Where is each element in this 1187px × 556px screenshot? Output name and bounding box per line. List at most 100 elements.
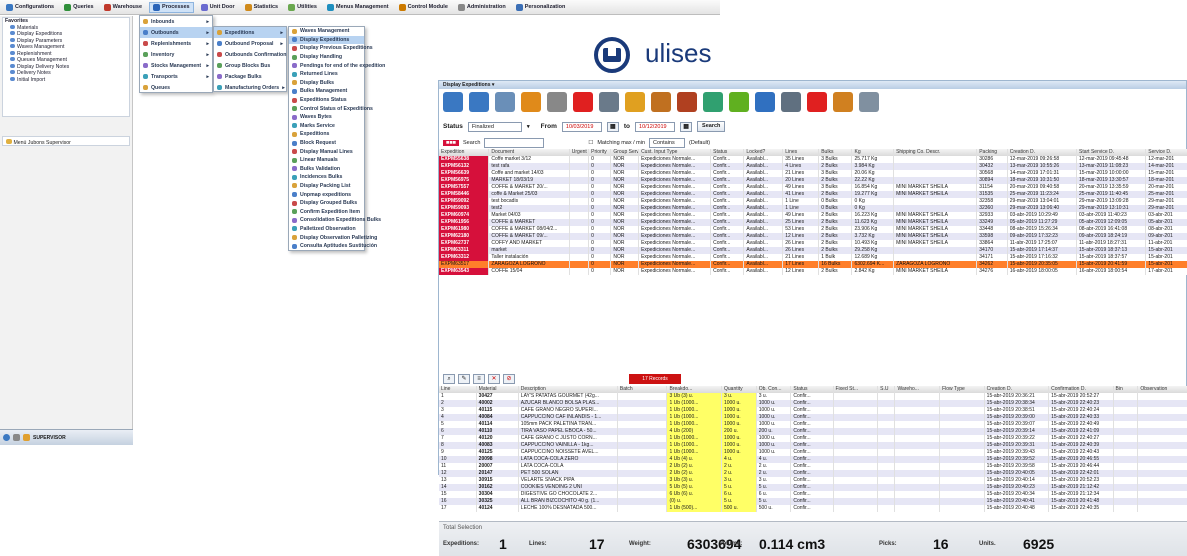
users-icon[interactable] [13,434,20,441]
table-row[interactable]: EXPM56975 MARKET 18/03/19 0 NOR Expediciones… [439,177,1187,184]
key-icon[interactable] [625,92,645,112]
column-header[interactable]: Shipping Co. Descr. [893,149,978,156]
column-header[interactable]: Bin [1113,386,1139,393]
column-header[interactable]: Document [488,149,570,156]
start-icon[interactable] [3,434,10,441]
menu-item-confirm-expedition-item[interactable]: Confirm Expedition Item [289,207,364,216]
menu-item-outbounds-confirmation[interactable]: Outbounds Confirmation [214,49,286,60]
table-row[interactable]: 4 40084 CAPPUCCINO CAF INLANDIS - 1... 1 Ub… [439,414,1187,421]
menu-item-expeditions[interactable]: Expeditions [289,130,364,139]
table-row[interactable]: EXPM57557 COFFE & MARKET 20/... 0 NOR Expedi… [439,184,1187,191]
menu-item-waves-management[interactable]: Waves Management [289,27,364,36]
menu-item-queues[interactable]: Queues [140,82,212,93]
status-select[interactable]: Finalized [467,121,522,132]
column-header[interactable]: Quantity [721,386,757,393]
table-row[interactable]: EXPM63517 ZARAGOZA LOGROÑO 0 NOR Expedicione… [439,261,1187,268]
menu-statistics[interactable]: Statistics [242,3,281,12]
menu-item-inventory[interactable]: Inventory ▸ [140,49,212,60]
chat-icon[interactable] [703,92,723,112]
folder-icon[interactable] [755,92,775,112]
print-icon[interactable] [599,92,619,112]
menu-item-block-request[interactable]: Block Request [289,139,364,148]
matching-checkbox[interactable]: ☐ [588,140,593,146]
column-header[interactable]: Confirmation D. [1048,386,1114,393]
search-button[interactable]: Search [697,121,726,132]
menu-utilities[interactable]: Utilities [285,3,320,12]
menu-processes[interactable]: Processes [149,1,194,13]
table-row[interactable]: EXPM62180 COFFE & MARKET 09/... 0 NOR Expedi… [439,233,1187,240]
menu-item-expeditions[interactable]: Expeditions ▸ [214,27,286,38]
menu-item-linear-manuals[interactable]: Linear Manuals [289,156,364,165]
menu-item-returned-lines[interactable]: Returned Lines [289,70,364,79]
column-header[interactable]: Bulks [818,149,853,156]
menu-item-bulks-management[interactable]: Bulks Management [289,87,364,96]
column-header[interactable]: Priority [588,149,612,156]
menu-item-incidences-bulks[interactable]: Incidences Bulks [289,173,364,182]
column-header[interactable]: S.U [877,386,896,393]
table-row[interactable]: EXPM59092 test bocadis 0 NOR Expediciones No… [439,198,1187,205]
table-row[interactable]: EXPM62737 COFFY AND MARKET 0 NOR Expedicione… [439,240,1187,247]
menu-item-palletized-observation[interactable]: Palletized Observation [289,225,364,234]
menu-item-display-manual-lines[interactable]: Display Manual Lines [289,147,364,156]
table-row[interactable]: EXPM56639 Coffe and market 14/03 0 NOR Exped… [439,170,1187,177]
settings-icon[interactable] [781,92,801,112]
contains-select[interactable]: Contains [649,138,686,148]
edit-icon[interactable]: ✎ [458,374,470,384]
box-icon[interactable] [833,92,853,112]
column-header[interactable]: Lines [782,149,820,156]
menu-item-outbound-proposal[interactable]: Outbound Proposal ▸ [214,38,286,49]
search-input[interactable] [484,138,545,148]
column-header[interactable]: Packing [976,149,1008,156]
table-row[interactable]: EXPM61956 COFFE & MARKET 0 NOR Expediciones … [439,219,1187,226]
from-date-input[interactable]: 10/03/2019 [561,121,602,132]
table-row[interactable]: EXPM60974 Market 04/03 0 NOR Expediciones No… [439,212,1187,219]
column-header[interactable]: Material [476,386,519,393]
user-icon[interactable] [23,434,30,441]
table-row[interactable]: 5 40114 105mm PACK PALETINA TRAN... 1 Ub (1… [439,421,1187,428]
table-row[interactable]: 13 30915 VELARTE SNACK PIPA 3 Ub (3) u. 3 u.… [439,477,1187,484]
trash-icon[interactable] [547,92,567,112]
column-header[interactable]: Wareho... [894,386,941,393]
menu-item-control-status-of-expeditions[interactable]: Control Status of Expeditions [289,104,373,113]
menu-item-waves-bytes[interactable]: Waves Bytes [289,113,364,122]
column-header[interactable]: Cust. Input Type [638,149,712,156]
table-row[interactable]: EXPM59093 test2 0 NOR Expediciones Normale..… [439,205,1187,212]
column-header[interactable]: Status [710,149,745,156]
menu-item-group-blocks-bus[interactable]: Group Blocks Bus [214,60,286,71]
menu-item-display-packing-list[interactable]: Display Packing List [289,182,364,191]
refresh-icon[interactable] [443,92,463,112]
close-icon[interactable]: ✕ [488,374,500,384]
menu-warehouse[interactable]: Warehouse [101,3,145,12]
search-icon[interactable]: ⌕ [443,374,455,384]
menu-item-transports[interactable]: Transports ▸ [140,71,212,82]
table-row[interactable]: EXPM56132 test rafa 0 NOR Expediciones Norma… [439,163,1187,170]
column-header[interactable]: Observation [1137,386,1187,393]
to-calendar-icon[interactable]: ▦ [680,121,693,132]
table-row[interactable]: EXPM63312 Taller instalación 0 NOR Expedicio… [439,254,1187,261]
table-row[interactable]: 16 30325 ALL BRAN BIZCOCHITO 40 g. (1... (0… [439,498,1187,505]
menu-item-outbounds[interactable]: Outbounds ▸ [140,27,212,38]
column-header[interactable]: Group Service [610,149,640,156]
column-header[interactable]: Creation D. [1007,149,1078,156]
menu-personalization[interactable]: Personalization [513,3,569,12]
column-header[interactable]: Fixed St... [833,386,879,393]
list-icon[interactable]: ≡ [473,374,485,384]
menu-control-module[interactable]: Control Module [396,3,451,12]
table-row[interactable]: 8 40083 CAPPUCCINO VAINILLA - 1kg... 1 Ub (… [439,442,1187,449]
table-row[interactable]: 9 40125 CAPPUCCINO NOISSETE AVEL... 1 Ub (1… [439,449,1187,456]
menu-item-display-grouped-bulks[interactable]: Display Grouped Bulks [289,199,364,208]
menu-item-manufacturing-orders[interactable]: Manufacturing Orders ▸ [214,82,286,93]
close-icon[interactable] [807,92,827,112]
menu-item-display-observation-palletizing[interactable]: Display Observation Palletizing [289,233,377,242]
table-row[interactable]: 14 30162 COOKIES VENDING 2 UNI 5 Ub (5) u. 5… [439,484,1187,491]
menu-item-expeditions-status[interactable]: Expeditions Status [289,96,364,105]
table-row[interactable]: EXPM55638 Coffe market 3/12 0 NOR Expedicion… [439,156,1187,163]
menu-unit-door[interactable]: Unit Door [198,3,238,12]
column-header[interactable]: Locked? [743,149,784,156]
column-header[interactable]: Creation D. [984,386,1050,393]
clock-icon[interactable] [495,92,515,112]
menu-item-inbounds[interactable]: Inbounds ▸ [140,16,212,27]
menu-item-bulks-validation[interactable]: Bulks Validation [289,165,364,174]
table-row[interactable]: 12 20147 PET 500 SOLAN 2 Ub (2) u. 2 u. 2 u. C… [439,470,1187,477]
menu-configurations[interactable]: Configurations [3,3,57,12]
